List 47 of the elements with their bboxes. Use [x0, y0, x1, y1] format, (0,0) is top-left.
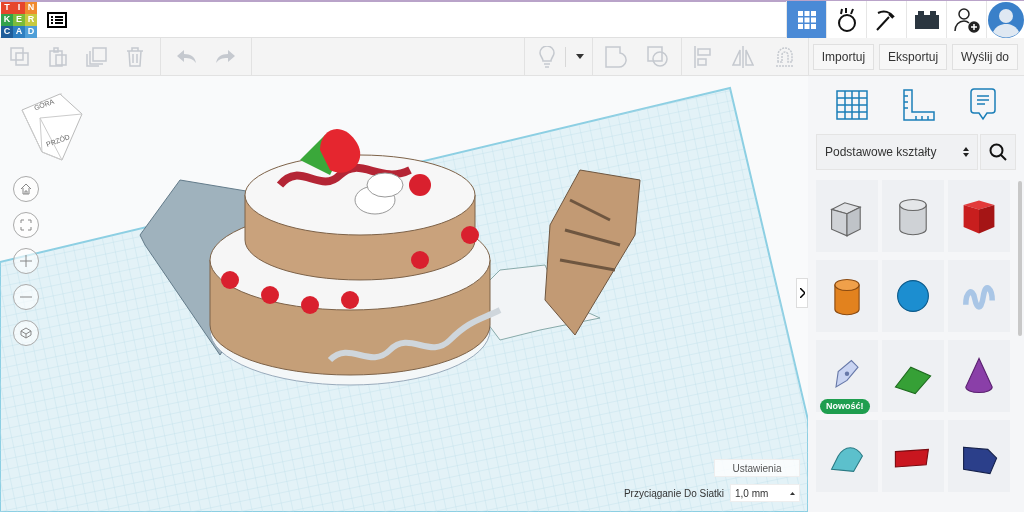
grid-nav-button[interactable] [786, 0, 826, 39]
new-badge: Nowość! [820, 398, 870, 414]
grid-icon [797, 10, 816, 29]
settings-button[interactable]: Ustawienia [714, 459, 800, 477]
toolbar-button[interactable]: Wyślij do [952, 43, 1018, 70]
snap-grid-label: Przyciąganie Do Siatki [623, 486, 724, 501]
list-icon[interactable] [47, 11, 67, 28]
notes-icon[interactable] [969, 88, 998, 122]
category-label: Podstawowe kształty [825, 144, 937, 161]
zoom-in-button[interactable] [13, 248, 39, 274]
snap-grid-dropdown[interactable]: 1,0 mm [730, 484, 800, 502]
logo-letter: I [13, 1, 25, 14]
zoom-out-button[interactable] [13, 284, 39, 310]
fit-view-icon [20, 219, 32, 231]
home-icon [20, 183, 32, 195]
sort-arrows-icon [963, 147, 969, 157]
ruler-icon[interactable] [902, 88, 936, 122]
fit-view-button[interactable] [13, 212, 39, 238]
toolbar-button[interactable]: Importuj [812, 43, 875, 70]
avatar-icon [987, 1, 1024, 38]
snap-value: 1,0 mm [735, 486, 769, 501]
scrollbar[interactable] [1018, 181, 1022, 336]
perspective-button[interactable] [13, 320, 39, 346]
plus-icon [20, 255, 32, 267]
logo-letter: T [1, 1, 13, 14]
logo-letter: N [25, 1, 37, 14]
caret-icon[interactable] [575, 54, 584, 59]
pickaxe-nav-button[interactable] [866, 0, 906, 39]
add-user-icon [953, 6, 980, 33]
home-button[interactable] [13, 176, 39, 202]
collapse-panel-button[interactable] [796, 278, 808, 308]
toolbar-button[interactable]: Eksportuj [879, 43, 948, 70]
caret-up-icon [790, 491, 795, 495]
search-button[interactable] [980, 134, 1016, 170]
add-user-nav-button[interactable] [946, 0, 986, 39]
category-dropdown[interactable]: Podstawowe kształty [816, 134, 978, 170]
cube-icon [20, 327, 32, 339]
logo[interactable]: T I N K E R C A D [1, 1, 37, 38]
brick-nav-button[interactable] [906, 0, 946, 39]
chevron-right-icon [799, 288, 805, 298]
avatar-nav-button[interactable] [986, 0, 1024, 39]
minus-icon [20, 296, 32, 298]
blocks-nav-button[interactable] [826, 0, 866, 39]
cake-model-drawing[interactable] [139, 129, 641, 386]
search-icon [989, 143, 1007, 161]
brick-icon [914, 10, 939, 29]
workplane-grid-icon[interactable] [834, 89, 869, 121]
